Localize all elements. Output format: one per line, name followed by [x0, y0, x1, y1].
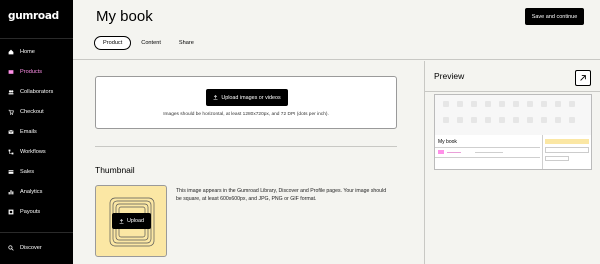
sidebar-item-label: Home: [20, 49, 35, 55]
collaborators-icon: [8, 89, 14, 95]
sidebar-item-label: Sales: [20, 169, 34, 175]
sidebar-item-analytics[interactable]: Analytics: [0, 182, 73, 202]
preview-heading: Preview: [434, 71, 465, 81]
section-divider: [95, 146, 397, 147]
preview-creator: [447, 152, 461, 153]
product-tabs: Product Content Share: [94, 36, 204, 50]
sidebar-divider: [0, 38, 73, 39]
arrow-up-right-icon: [580, 75, 586, 81]
cover-upload-area[interactable]: Upload images or videos Images should be…: [95, 76, 397, 129]
search-icon: [8, 245, 14, 251]
tab-content[interactable]: Content: [133, 36, 169, 50]
thumbnail-description: This image appears in the Gumroad Librar…: [176, 188, 387, 202]
gumroad-logo[interactable]: gumroad: [8, 10, 59, 22]
sidebar-item-products[interactable]: Products: [0, 62, 73, 82]
mail-icon: [8, 129, 14, 135]
payouts-icon: [8, 209, 14, 215]
sidebar: gumroad Home Products Collaborators Chec…: [0, 0, 73, 264]
upload-images-label: Upload images or videos: [221, 94, 281, 101]
sidebar-item-home[interactable]: Home: [0, 42, 73, 62]
sidebar-item-label: Collaborators: [20, 89, 54, 95]
tab-share[interactable]: Share: [171, 36, 202, 50]
products-icon: [8, 69, 14, 75]
sidebar-item-label: Payouts: [20, 209, 41, 215]
sidebar-item-label: Products: [20, 69, 43, 75]
preview-notice: [545, 139, 589, 144]
preview-rating: [475, 152, 503, 153]
workflows-icon: [8, 149, 14, 155]
sidebar-item-payouts[interactable]: Payouts: [0, 202, 73, 222]
thumbnail-upload-area[interactable]: Upload: [95, 185, 167, 257]
upload-thumbnail-button[interactable]: Upload: [112, 213, 151, 229]
upload-icon: [119, 218, 124, 224]
preview-price-tag: [438, 150, 444, 154]
preview-column-divider: [542, 135, 543, 169]
sidebar-item-label: Workflows: [20, 149, 46, 155]
bar-chart-icon: [8, 189, 14, 195]
page-title: My book: [96, 8, 153, 25]
thumbnail-heading: Thumbnail: [95, 165, 135, 175]
preview-price-field: [545, 147, 589, 153]
upload-images-button[interactable]: Upload images or videos: [206, 89, 288, 106]
sidebar-item-discover[interactable]: Discover: [0, 238, 73, 258]
preview-line: [435, 147, 540, 148]
sidebar-item-label: Emails: [20, 129, 37, 135]
sidebar-item-sales[interactable]: Sales: [0, 162, 73, 182]
sidebar-item-label: Checkout: [20, 109, 44, 115]
sidebar-item-label: Analytics: [20, 189, 43, 195]
sidebar-nav: Home Products Collaborators Checkout Ema…: [0, 42, 73, 222]
sidebar-item-label: Discover: [20, 245, 42, 251]
preview-line: [435, 157, 540, 158]
sidebar-divider: [0, 232, 73, 233]
sidebar-item-collaborators[interactable]: Collaborators: [0, 82, 73, 102]
upload-thumbnail-label: Upload: [126, 218, 145, 224]
preview-divider: [425, 91, 600, 92]
page-header: My book Save and continue Product Conten…: [73, 0, 600, 60]
save-and-continue-button[interactable]: Save and continue: [525, 8, 584, 25]
sidebar-item-checkout[interactable]: Checkout: [0, 102, 73, 122]
preview-panel: Preview My book: [424, 61, 600, 264]
preview-cover-placeholder: [435, 95, 591, 135]
home-icon: [8, 49, 14, 55]
preview-product-title: My book: [438, 139, 457, 145]
preview-buy-button: [545, 156, 569, 161]
product-editor: Upload images or videos Images should be…: [73, 61, 424, 264]
product-preview-card: My book: [434, 94, 592, 170]
sidebar-item-workflows[interactable]: Workflows: [0, 142, 73, 162]
cover-hint: Images should be horizontal, at least 12…: [163, 112, 329, 117]
open-preview-button[interactable]: [575, 70, 591, 86]
cart-icon: [8, 109, 14, 115]
upload-icon: [213, 95, 218, 100]
sales-icon: [8, 169, 14, 175]
tab-product[interactable]: Product: [94, 36, 132, 50]
sidebar-item-emails[interactable]: Emails: [0, 122, 73, 142]
